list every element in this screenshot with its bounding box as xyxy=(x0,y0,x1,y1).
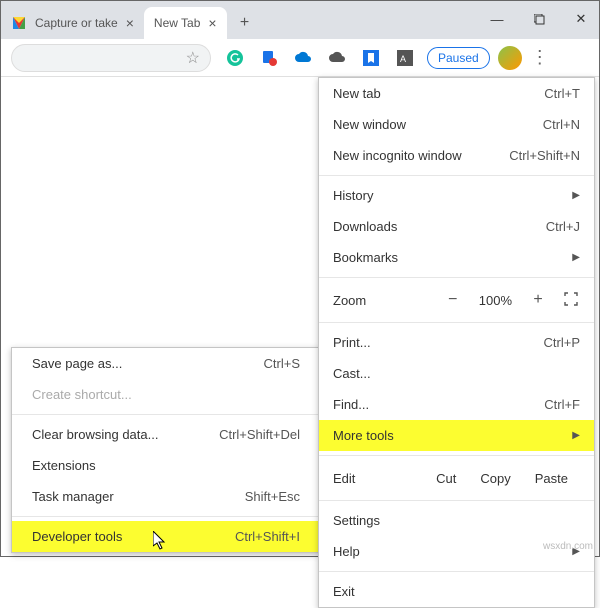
menu-bookmarks[interactable]: Bookmarks ▶ xyxy=(319,242,594,273)
menu-separator xyxy=(319,500,594,501)
zoom-label: Zoom xyxy=(333,293,413,308)
menu-separator xyxy=(319,277,594,278)
zoom-in-button[interactable]: + xyxy=(528,291,548,309)
submenu-extensions[interactable]: Extensions xyxy=(12,450,320,481)
menu-label: Save page as... xyxy=(32,356,122,371)
more-tools-submenu: Save page as... Ctrl+S Create shortcut..… xyxy=(11,347,321,553)
watermark: wsxdn.com xyxy=(543,541,593,552)
submenu-save-page[interactable]: Save page as... Ctrl+S xyxy=(12,348,320,379)
zoom-value: 100% xyxy=(479,293,512,308)
menu-label: Print... xyxy=(333,335,371,350)
address-bar[interactable]: ☆ xyxy=(11,44,211,72)
menu-label: New tab xyxy=(333,86,381,101)
menu-edit-row: Edit Cut Copy Paste xyxy=(319,460,594,496)
close-window-button[interactable]: ✕ xyxy=(567,5,595,33)
menu-label: Exit xyxy=(333,584,355,599)
svg-text:A: A xyxy=(400,54,406,64)
avatar[interactable] xyxy=(498,46,522,70)
extension-icon-2[interactable] xyxy=(259,48,279,68)
menu-shortcut: Ctrl+Shift+I xyxy=(235,529,300,544)
edit-label: Edit xyxy=(333,471,393,486)
menu-label: Clear browsing data... xyxy=(32,427,158,442)
menu-find[interactable]: Find... Ctrl+F xyxy=(319,389,594,420)
bookmark-star-icon[interactable]: ☆ xyxy=(186,48,200,68)
cloud-icon-2[interactable] xyxy=(327,48,347,68)
menu-shortcut: Shift+Esc xyxy=(245,489,300,504)
menu-label: Cast... xyxy=(333,366,371,381)
sync-paused-button[interactable]: Paused xyxy=(427,47,490,69)
menu-label: New window xyxy=(333,117,406,132)
menu-new-window[interactable]: New window Ctrl+N xyxy=(319,109,594,140)
menu-shortcut: Ctrl+J xyxy=(546,219,580,234)
bookmark-icon[interactable] xyxy=(361,48,381,68)
tab-1[interactable]: New Tab × xyxy=(144,7,227,39)
paste-button[interactable]: Paste xyxy=(523,465,580,492)
menu-label: Developer tools xyxy=(32,529,122,544)
menu-print[interactable]: Print... Ctrl+P xyxy=(319,327,594,358)
minimize-button[interactable]: — xyxy=(483,5,511,33)
menu-separator xyxy=(319,322,594,323)
menu-zoom: Zoom − 100% + xyxy=(319,282,594,318)
submenu-task-manager[interactable]: Task manager Shift+Esc xyxy=(12,481,320,512)
maximize-button[interactable] xyxy=(525,5,553,33)
menu-label: Extensions xyxy=(32,458,96,473)
pdf-icon[interactable]: A xyxy=(395,48,415,68)
tab-0[interactable]: Capture or take × xyxy=(1,7,144,39)
menu-shortcut: Ctrl+F xyxy=(544,397,580,412)
cloud-icon[interactable] xyxy=(293,48,313,68)
menu-downloads[interactable]: Downloads Ctrl+J xyxy=(319,211,594,242)
menu-shortcut: Ctrl+S xyxy=(264,356,300,371)
submenu-developer-tools[interactable]: Developer tools Ctrl+Shift+I xyxy=(12,521,320,552)
menu-shortcut: Ctrl+Shift+Del xyxy=(219,427,300,442)
menu-settings[interactable]: Settings xyxy=(319,505,594,536)
menu-separator xyxy=(319,175,594,176)
chrome-menu: New tab Ctrl+T New window Ctrl+N New inc… xyxy=(318,77,595,608)
menu-history[interactable]: History ▶ xyxy=(319,180,594,211)
menu-cast[interactable]: Cast... xyxy=(319,358,594,389)
grammarly-icon[interactable] xyxy=(225,48,245,68)
chevron-right-icon: ▶ xyxy=(572,430,580,441)
zoom-out-button[interactable]: − xyxy=(443,291,463,309)
menu-separator xyxy=(12,414,320,415)
menu-shortcut: Ctrl+T xyxy=(544,86,580,101)
submenu-create-shortcut: Create shortcut... xyxy=(12,379,320,410)
menu-label: Find... xyxy=(333,397,369,412)
menu-exit[interactable]: Exit xyxy=(319,576,594,607)
tab-strip: Capture or take × New Tab × + — ✕ xyxy=(1,1,599,39)
fullscreen-icon[interactable] xyxy=(564,292,580,308)
menu-separator xyxy=(12,516,320,517)
favicon-icon xyxy=(11,15,27,31)
toolbar: ☆ A Paused ⋮ xyxy=(1,39,599,77)
tab-title: New Tab xyxy=(154,16,200,30)
submenu-clear-data[interactable]: Clear browsing data... Ctrl+Shift+Del xyxy=(12,419,320,450)
chevron-right-icon: ▶ xyxy=(572,252,580,263)
menu-shortcut: Ctrl+P xyxy=(544,335,580,350)
menu-label: Task manager xyxy=(32,489,114,504)
menu-label: More tools xyxy=(333,428,394,443)
menu-label: Create shortcut... xyxy=(32,387,132,402)
menu-shortcut: Ctrl+Shift+N xyxy=(509,148,580,163)
menu-shortcut: Ctrl+N xyxy=(543,117,580,132)
menu-label: Bookmarks xyxy=(333,250,398,265)
menu-label: Downloads xyxy=(333,219,397,234)
close-icon[interactable]: × xyxy=(208,15,216,31)
menu-label: New incognito window xyxy=(333,148,462,163)
menu-new-tab[interactable]: New tab Ctrl+T xyxy=(319,78,594,109)
chevron-right-icon: ▶ xyxy=(572,190,580,201)
menu-more-tools[interactable]: More tools ▶ xyxy=(319,420,594,451)
tab-title: Capture or take xyxy=(35,16,118,30)
window-controls: — ✕ xyxy=(483,5,595,33)
close-icon[interactable]: × xyxy=(126,15,134,31)
chrome-menu-button[interactable]: ⋮ xyxy=(528,46,552,70)
new-tab-button[interactable]: + xyxy=(231,9,259,37)
extension-icons: A xyxy=(225,48,415,68)
menu-separator xyxy=(319,455,594,456)
menu-separator xyxy=(319,571,594,572)
cut-button[interactable]: Cut xyxy=(424,465,468,492)
menu-label: History xyxy=(333,188,373,203)
copy-button[interactable]: Copy xyxy=(468,465,522,492)
menu-incognito[interactable]: New incognito window Ctrl+Shift+N xyxy=(319,140,594,171)
menu-label: Settings xyxy=(333,513,380,528)
